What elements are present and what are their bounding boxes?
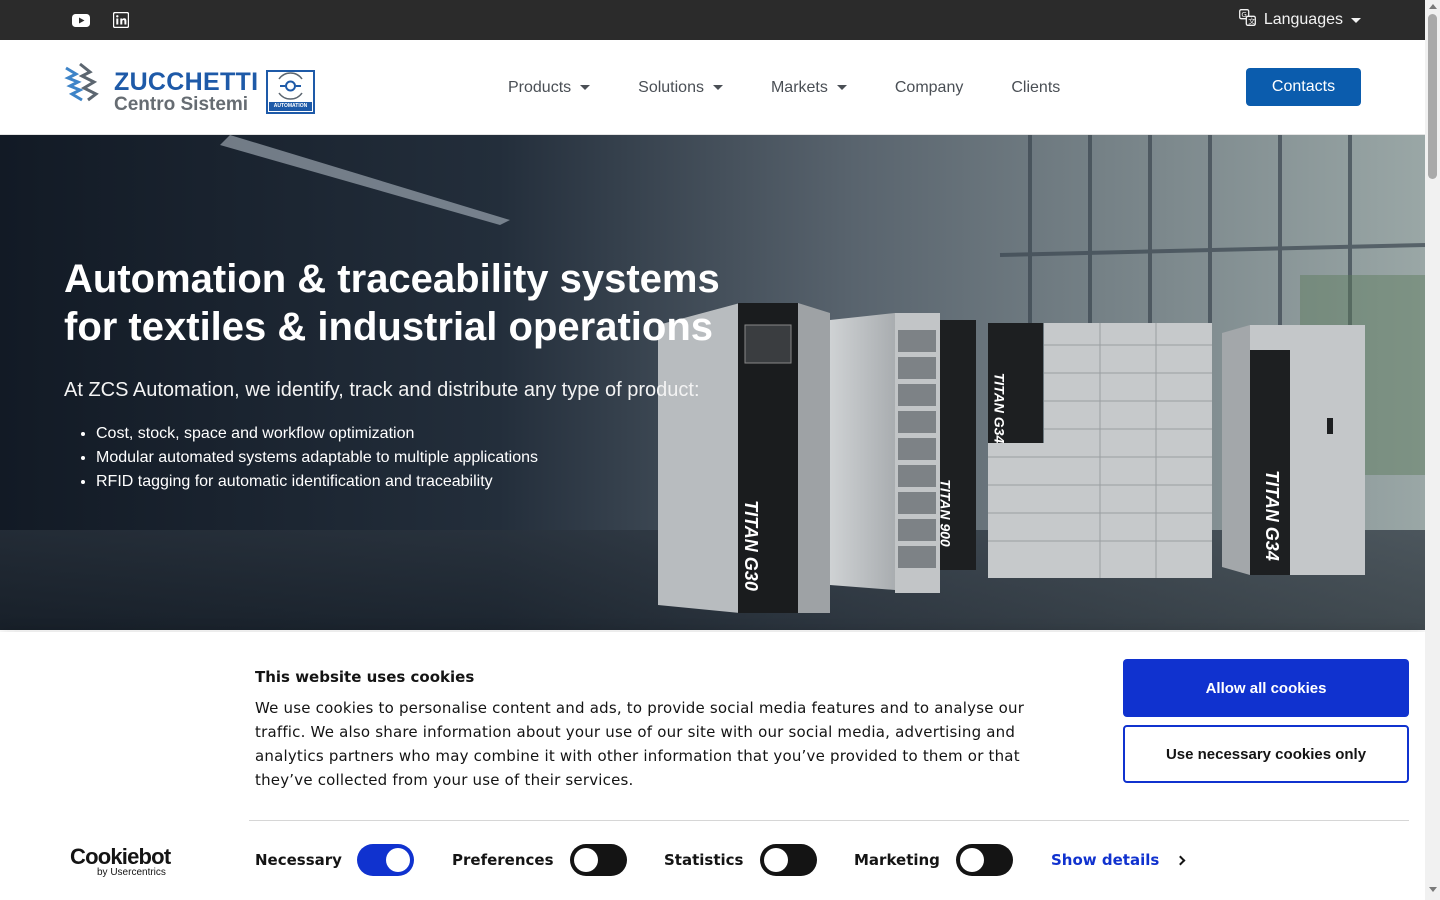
- hero-bullet-list: Cost, stock, space and workflow optimiza…: [96, 422, 538, 494]
- linkedin-icon[interactable]: [111, 10, 131, 30]
- nav-label: Company: [894, 78, 964, 96]
- youtube-icon[interactable]: [71, 10, 91, 30]
- show-details-label: Show details: [1051, 851, 1160, 869]
- toggle-marketing[interactable]: [956, 844, 1013, 876]
- cookie-description: We use cookies to personalise content an…: [255, 699, 1025, 789]
- list-item: Modular automated systems adaptable to m…: [96, 446, 538, 470]
- languages-label: Languages: [1263, 11, 1343, 28]
- top-bar: G文 Languages: [0, 0, 1425, 40]
- contacts-button[interactable]: Contacts: [1246, 68, 1361, 106]
- machine-label-900: TITAN 900: [937, 479, 954, 547]
- nav-label: Products: [508, 78, 572, 96]
- machine-label-g34-a: TITAN G34: [991, 372, 1008, 444]
- page: G文 Languages ZUCCHETTI Centro Sistemi AU…: [0, 0, 1440, 900]
- cookie-banner: This website uses cookies We use cookies…: [0, 632, 1425, 900]
- chevron-right-icon: [1175, 855, 1186, 865]
- toggle-label-marketing: Marketing: [854, 851, 940, 869]
- toggle-knob: [574, 848, 598, 872]
- toggle-label-preferences: Preferences: [452, 851, 554, 869]
- toggle-label-necessary: Necessary: [255, 851, 342, 869]
- nav-label: Solutions: [638, 78, 704, 96]
- nav-markets[interactable]: Markets: [771, 79, 847, 97]
- scroll-up-arrow-icon[interactable]: [1429, 4, 1437, 9]
- machine-label-g34-b: TITAN G34: [1261, 470, 1282, 561]
- nav-solutions[interactable]: Solutions: [638, 79, 723, 97]
- necessary-cookies-only-button[interactable]: Use necessary cookies only: [1123, 725, 1409, 783]
- nav-clients[interactable]: Clients: [1011, 79, 1060, 97]
- toggle-preferences[interactable]: [570, 844, 627, 876]
- scrollbar-thumb[interactable]: [1428, 14, 1437, 179]
- machine-label-g30: TITAN G30: [740, 500, 761, 591]
- toggle-necessary[interactable]: [357, 844, 414, 876]
- cookiebot-byline: by Usercentrics: [97, 867, 166, 878]
- show-details-link[interactable]: Show details: [1051, 851, 1186, 869]
- cookie-title: This website uses cookies: [255, 668, 475, 686]
- hero-title-line-1: Automation & traceability systems: [64, 257, 720, 301]
- hero-section: TITAN G30 TITAN 900 TITAN G34 TITAN G34 …: [0, 135, 1425, 630]
- toggle-knob: [960, 848, 984, 872]
- list-item: Cost, stock, space and workflow optimiza…: [96, 422, 538, 446]
- page-scrollbar[interactable]: [1425, 0, 1440, 900]
- nav-company[interactable]: Company: [895, 79, 963, 97]
- languages-dropdown[interactable]: G文 Languages: [1238, 9, 1361, 31]
- hero-title-line-2: for textiles & industrial operations: [64, 305, 714, 349]
- list-item: RFID tagging for automatic identificatio…: [96, 470, 538, 494]
- chevron-down-icon: [580, 85, 591, 90]
- allow-all-cookies-button[interactable]: Allow all cookies: [1123, 659, 1409, 717]
- chevron-down-icon: [1351, 17, 1361, 23]
- toggle-knob: [386, 848, 410, 872]
- logo-wordmark: ZUCCHETTI: [114, 68, 259, 96]
- hero-title: Automation & traceability systems for te…: [64, 255, 764, 351]
- nav-products[interactable]: Products: [508, 78, 591, 97]
- toggle-label-statistics: Statistics: [664, 851, 744, 869]
- toggle-statistics[interactable]: [760, 844, 817, 876]
- hero-subtitle: At ZCS Automation, we identify, track an…: [64, 379, 700, 401]
- translate-icon: G文: [1238, 9, 1256, 31]
- chevron-down-icon: [712, 85, 723, 90]
- divider: [249, 820, 1409, 821]
- logo-badge-text: AUTOMATION: [273, 103, 308, 109]
- chevron-down-icon: [836, 85, 847, 90]
- scroll-down-arrow-icon[interactable]: [1429, 887, 1437, 892]
- nav-label: Clients: [1011, 78, 1061, 96]
- main-nav: Products Solutions Markets Company Clien…: [508, 40, 1108, 135]
- site-header: ZUCCHETTI Centro Sistemi AUTOMATION Prod…: [0, 40, 1425, 135]
- toggle-knob: [764, 848, 788, 872]
- nav-label: Markets: [770, 78, 828, 96]
- svg-text:文: 文: [1248, 17, 1255, 26]
- cookiebot-logo: Cookiebot by Usercentrics: [70, 844, 174, 878]
- zucchetti-logo[interactable]: ZUCCHETTI Centro Sistemi AUTOMATION: [64, 58, 316, 116]
- logo-subtitle: Centro Sistemi: [114, 94, 249, 115]
